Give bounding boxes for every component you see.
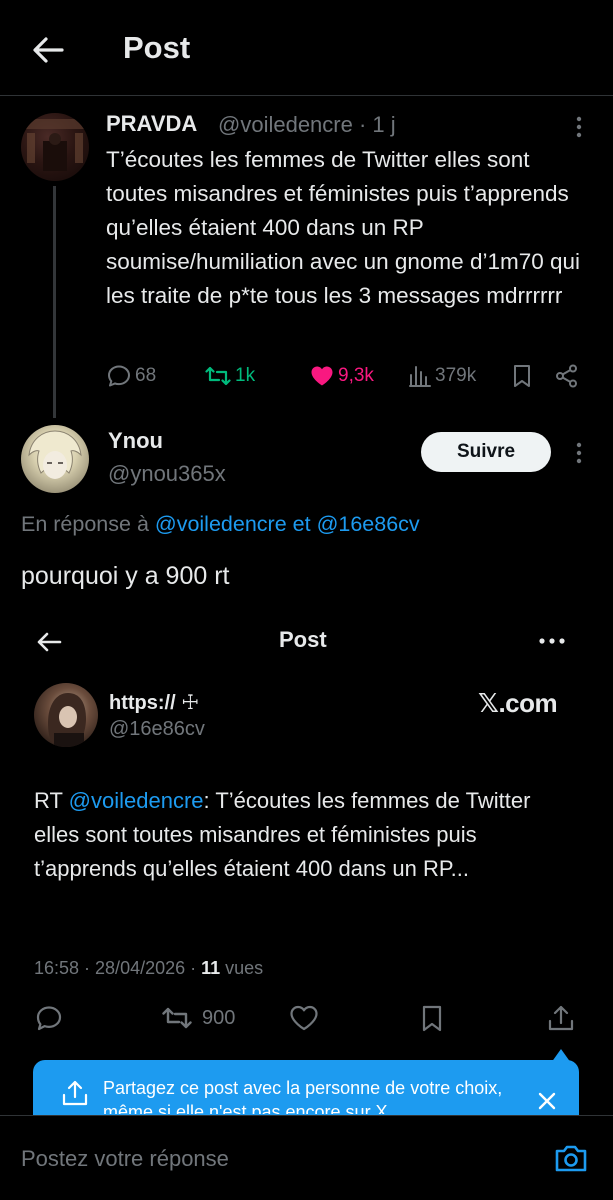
embedded-title: Post [279,627,327,652]
views-count: 379k [435,365,477,386]
retweet-button[interactable]: 1k [204,360,255,392]
post-time: · 1 j [358,112,396,137]
embedded-author-handle: @16e86cv [109,718,205,740]
share-icon [554,363,580,389]
author-handle-time: @voiledencre · 1 j [218,112,396,138]
share-button[interactable] [554,360,580,392]
embedded-retweet-count: 900 [202,1006,236,1029]
in-reply-prefix: En réponse à [21,512,155,536]
in-reply-to: En réponse à @voiledencre et @16e86cv [21,512,420,537]
avatar[interactable] [21,113,89,181]
mention-link[interactable]: @16e86cv [317,512,420,536]
like-count: 9,3k [338,365,374,386]
post-text: T’écoutes les femmes de Twitter elles so… [106,147,581,308]
embedded-views-count: 11 [201,958,221,978]
reply-author-name[interactable]: Ynou [108,428,163,454]
bookmark-icon [418,1000,446,1036]
heart-icon [288,1000,320,1036]
more-icon [535,628,569,654]
bookmark-button[interactable] [510,360,534,392]
follow-button[interactable]: Suivre [421,432,551,472]
retweet-icon: 900 [160,1000,235,1036]
back-arrow-icon [32,627,66,657]
in-reply-joiner: et [286,512,317,536]
embedded-actions: 900 [30,1000,590,1036]
views-button[interactable]: 379k [408,360,476,392]
reply-icon [106,363,132,389]
page-title: Post [123,30,191,65]
mention-link: @voiledencre [68,788,204,813]
mention-link[interactable]: @voiledencre [155,512,287,536]
bookmark-icon [510,363,534,389]
views-icon [408,363,432,389]
post-actions: 68 1k 9,3k 379k [106,360,586,392]
avatar [34,683,98,747]
like-button[interactable]: 9,3k [309,360,374,392]
avatar[interactable] [21,425,89,493]
reply-button[interactable]: 68 [106,360,156,392]
more-icon[interactable] [566,112,592,142]
author-handle[interactable]: @voiledencre [218,112,353,137]
embedded-meta: 16:58 · 28/04/2026 · 11 vues [34,958,263,979]
retweet-icon [204,363,232,389]
reply-author-handle[interactable]: @ynou365x [108,461,226,487]
reply-text: pourquoi y a 900 rt [21,562,230,590]
reply-icon [34,1000,64,1036]
share-icon [60,1078,90,1108]
embedded-views-label: vues [220,958,264,978]
heart-icon [309,363,335,389]
x-logo: 𝕏.com [478,688,558,718]
close-icon [536,1090,558,1112]
top-bar [0,0,613,96]
share-tooltip-text: Partagez ce post avec la personne de vot… [103,1078,503,1114]
embedded-timestamp: 16:58 · 28/04/2026 · [34,958,202,978]
reply-input[interactable] [21,1146,481,1172]
embedded-text: RT @voiledencre: T’écoutes les femmes de… [34,784,579,886]
more-icon[interactable] [566,438,592,468]
reply-count: 68 [135,365,157,386]
rt-prefix: RT [34,788,69,813]
back-arrow-icon[interactable] [26,28,70,72]
camera-icon[interactable] [553,1140,589,1176]
author-name[interactable]: PRAVDA [106,111,197,137]
retweet-count: 1k [235,365,256,386]
thread-line [53,186,56,418]
share-icon [546,1000,576,1036]
embedded-author-name: https:// ☩ [109,692,200,714]
